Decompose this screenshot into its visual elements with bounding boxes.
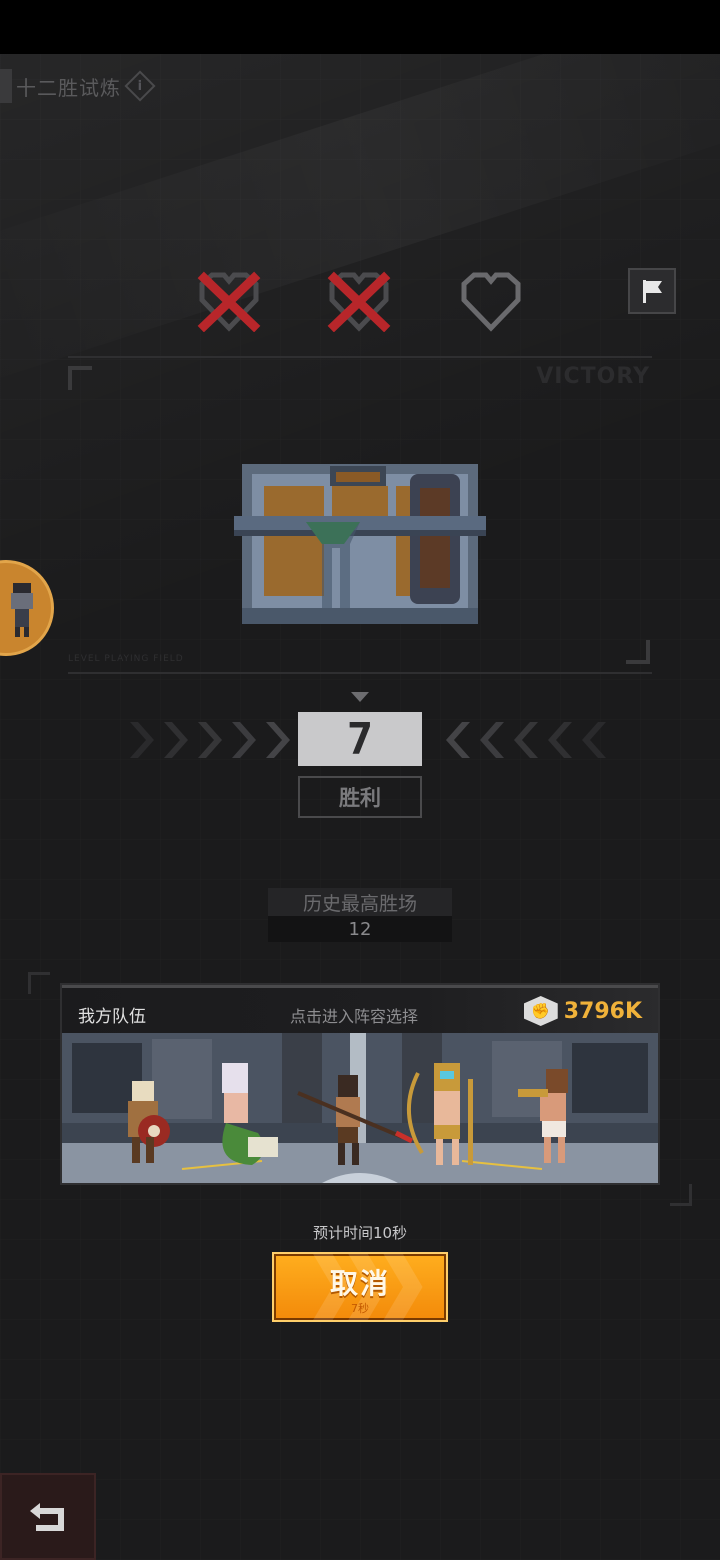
team-title: 我方队伍	[78, 1007, 146, 1027]
game-screen: 十二胜试炼 i VICTORY LEVEL PLAYING FIELD 7 胜利…	[0, 54, 720, 1560]
lives-row	[196, 270, 526, 334]
status-bar	[0, 0, 720, 54]
golden-archer-sprite	[407, 1063, 473, 1165]
heart-lost-icon	[327, 271, 391, 332]
info-icon[interactable]: i	[124, 70, 156, 102]
chevrons-left-icon	[124, 718, 292, 762]
best-record-label: 历史最高胜场	[268, 888, 452, 916]
back-arrow-icon	[30, 1502, 64, 1531]
mode-title-bar: 十二胜试炼 i	[0, 68, 156, 104]
mode-title: 十二胜试炼	[16, 75, 121, 100]
cancel-countdown: 7秒	[351, 1302, 369, 1315]
back-button[interactable]	[0, 1473, 96, 1560]
win-label: 胜利	[298, 776, 422, 818]
heart-empty-icon	[461, 272, 521, 332]
surrender-flag-button[interactable]	[628, 268, 676, 314]
panel-bottom-divider	[68, 672, 652, 674]
heart-lost-icon	[197, 271, 261, 332]
hero-sprites	[128, 1063, 568, 1165]
naga-sorceress-sprite	[222, 1063, 278, 1165]
pointer-arrow-icon	[351, 692, 369, 702]
lineup-hint: 点击进入阵容选择	[290, 1007, 419, 1026]
fist-icon: ✊	[523, 996, 558, 1026]
shield-warrior-sprite	[128, 1081, 170, 1163]
cancel-button[interactable]: 取消 7秒	[272, 1252, 448, 1322]
team-card-header: 我方队伍 点击进入阵容选择 ✊ 3796K	[62, 985, 658, 1033]
best-record-value: 12	[268, 916, 452, 942]
cancel-label: 取消	[329, 1267, 390, 1300]
flag-icon	[643, 280, 662, 303]
team-lineup-card[interactable]: 我方队伍 点击进入阵容选择 ✊ 3796K	[60, 983, 660, 1185]
win-count: 7	[298, 712, 422, 766]
opponent-avatar[interactable]	[0, 560, 54, 656]
chevrons-right-icon	[444, 718, 612, 762]
estimated-time: 预计时间10秒	[312, 1224, 408, 1242]
pixel-hero-icon	[11, 583, 33, 637]
spear-fighter-sprite	[297, 1075, 414, 1165]
gunner-girl-sprite	[518, 1069, 568, 1163]
field-watermark: LEVEL PLAYING FIELD	[68, 654, 184, 664]
panel-top-divider	[68, 356, 652, 358]
power-value: 3796K	[563, 998, 642, 1024]
treasure-chest-icon	[234, 464, 486, 624]
team-power: ✊ 3796K	[523, 996, 642, 1026]
victory-watermark: VICTORY	[536, 364, 650, 389]
